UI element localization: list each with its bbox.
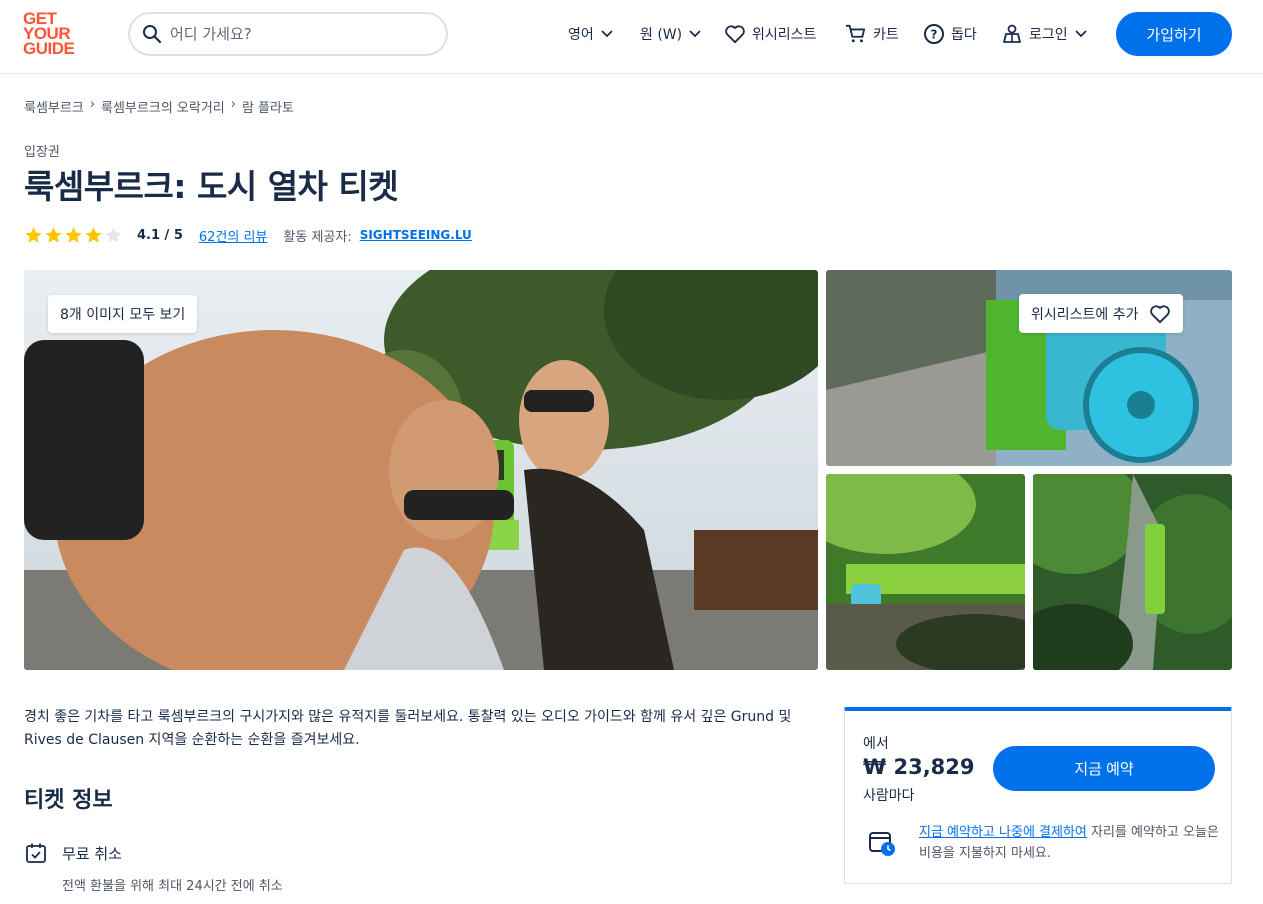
- breadcrumb-item[interactable]: 룩셈부르크의 오락거리: [101, 97, 225, 116]
- book-now-button[interactable]: 지금 예약: [993, 746, 1215, 791]
- gallery-image-4[interactable]: [1033, 474, 1232, 670]
- activity-category: 입장권: [24, 145, 60, 160]
- free-cancellation-detail: 전액 환불을 위해 최대 24시간 전에 취소: [62, 879, 283, 894]
- star-icon-empty: [105, 226, 122, 243]
- heart-icon: [725, 25, 745, 44]
- reviews-link[interactable]: 62건의 리뷰: [199, 226, 268, 245]
- help-link[interactable]: ? 돕다: [923, 22, 977, 46]
- breadcrumb: 룩셈부르크 › 룩셈부르크의 오락거리 › 람 플라토: [24, 97, 294, 116]
- add-to-wishlist-label: 위시리스트에 추가: [1031, 306, 1139, 323]
- add-to-wishlist-button[interactable]: 위시리스트에 추가: [1019, 294, 1183, 333]
- star-rating: [24, 226, 123, 245]
- train-through-trees-photo: [826, 474, 1025, 670]
- calendar-clock-icon: [869, 832, 895, 856]
- cart-label: 카트: [873, 27, 899, 43]
- train-in-park-photo: [1033, 474, 1232, 670]
- site-header: GET YOUR GUIDE 영어 원 (W) 위시리스트 카트 ? 돕다 로그…: [0, 0, 1263, 74]
- user-icon: [1003, 24, 1021, 43]
- svg-text:?: ?: [931, 28, 938, 42]
- currency-label: 원 (W): [640, 27, 683, 43]
- view-all-images-label: 8개 이미지 모두 보기: [60, 307, 186, 323]
- wishlist-link[interactable]: 위시리스트: [724, 22, 816, 46]
- rating-value: 4.1 / 5: [137, 227, 183, 243]
- breadcrumb-item[interactable]: 룩셈부르크: [24, 97, 84, 116]
- login-label: 로그인: [1029, 27, 1068, 43]
- language-label: 영어: [568, 27, 594, 43]
- chevron-down-icon: [1075, 30, 1087, 38]
- chevron-down-icon: [601, 30, 613, 38]
- star-icon-filled: [85, 226, 102, 243]
- calendar-check-icon: [26, 843, 46, 863]
- currency-selector[interactable]: 원 (W): [640, 22, 702, 46]
- star-icon-filled: [65, 226, 82, 243]
- price-value: ₩ 23,829: [863, 755, 975, 779]
- wishlist-label: 위시리스트: [752, 27, 817, 43]
- heart-icon: [1149, 304, 1170, 323]
- breadcrumb-separator: ›: [230, 97, 236, 112]
- rating-row: 4.1 / 5 62건의 리뷰 활동 제공자: SIGHTSEEING.LU: [24, 225, 472, 245]
- free-cancellation-label: 무료 취소: [62, 844, 122, 863]
- search-icon: [143, 25, 162, 44]
- reserve-now-pay-later-link[interactable]: 지금 예약하고 나중에 결제하여: [919, 825, 1087, 840]
- login-menu[interactable]: 로그인: [1001, 22, 1088, 46]
- price-from-label: 에서: [863, 736, 889, 752]
- price-per-person-label: 사람마다: [863, 788, 915, 804]
- cart-link[interactable]: 카트: [845, 22, 899, 46]
- star-icon-filled: [45, 226, 62, 243]
- search-input[interactable]: [170, 20, 430, 48]
- logo-line-3: GUIDE: [23, 39, 75, 58]
- provider-link[interactable]: SIGHTSEEING.LU: [360, 228, 472, 242]
- star-icon-filled: [25, 226, 42, 243]
- language-selector[interactable]: 영어: [568, 22, 614, 46]
- help-label: 돕다: [951, 27, 977, 43]
- provider-label: 활동 제공자:: [283, 229, 352, 245]
- ticket-info-title: 티켓 정보: [24, 788, 113, 813]
- getyourguide-logo[interactable]: GET YOUR GUIDE: [23, 10, 83, 59]
- view-all-images-button[interactable]: 8개 이미지 모두 보기: [48, 295, 198, 333]
- activity-description: 경치 좋은 기차를 타고 룩셈부르크의 구시가지와 많은 유적지를 둘러보세요.…: [24, 709, 792, 748]
- page-title: 룩셈부르크: 도시 열차 티켓: [24, 167, 399, 206]
- chevron-down-icon: [689, 30, 701, 38]
- help-icon: ?: [924, 24, 944, 44]
- gallery-image-3[interactable]: [826, 474, 1025, 670]
- free-cancellation-feature: 무료 취소: [24, 839, 122, 867]
- search-box[interactable]: [128, 12, 448, 56]
- reserve-now-pay-later-text: 지금 예약하고 나중에 결제하여 자리를 예약하고 오늘은 비용을 지불하지 마…: [919, 822, 1219, 864]
- booking-box: 에서 ₩ 23,829 사람마다 지금 예약 지금 예약하고 나중에 결제하여 …: [844, 707, 1232, 884]
- signup-button[interactable]: 가입하기: [1116, 12, 1232, 56]
- breadcrumb-separator: ›: [89, 97, 96, 112]
- breadcrumb-item[interactable]: 람 플라토: [242, 97, 294, 116]
- cart-icon: [846, 24, 866, 43]
